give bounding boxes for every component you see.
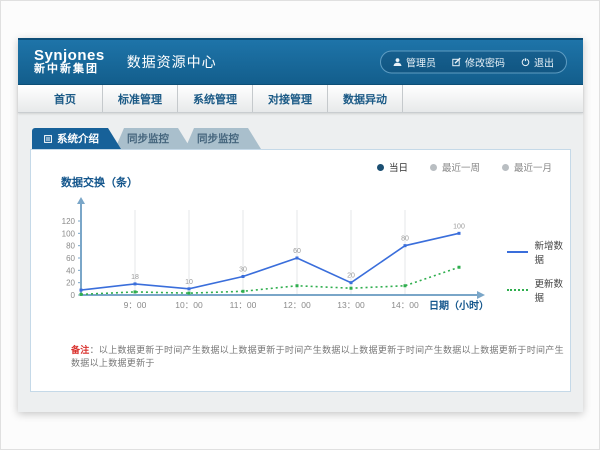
tab-bar: 系统介绍 同步监控 同步监控: [32, 128, 571, 149]
radio-icon: [377, 164, 384, 171]
range-selector: 当日 最近一周 最近一月: [355, 160, 552, 174]
svg-text:18: 18: [131, 274, 139, 281]
svg-text:10: 10: [185, 279, 193, 286]
legend-item-1[interactable]: 更新数据: [507, 276, 570, 304]
legend-swatch: [507, 251, 528, 253]
range-option-0[interactable]: 当日: [377, 160, 408, 174]
header-action-power[interactable]: 退出: [521, 55, 554, 70]
tab-2[interactable]: 同步监控: [185, 128, 261, 149]
range-option-2[interactable]: 最近一月: [502, 160, 552, 174]
radio-icon: [430, 164, 437, 171]
tab-label: 系统介绍: [57, 131, 99, 146]
logo-text: Synjones: [34, 48, 105, 64]
logo-subtext: 新中新集团: [34, 64, 105, 76]
chart-legend: 新增数据更新数据: [507, 238, 570, 314]
svg-text:80: 80: [401, 236, 409, 243]
svg-text:11：00: 11：00: [230, 300, 257, 310]
header-action-label: 修改密码: [465, 55, 505, 70]
header-action-label: 退出: [534, 55, 554, 70]
nav-item-1[interactable]: 标准管理: [103, 85, 178, 112]
header-action-label: 管理员: [406, 55, 436, 70]
grid-icon: [44, 135, 52, 143]
radio-icon: [502, 164, 509, 171]
svg-text:14：00: 14：00: [391, 300, 419, 310]
tab-0[interactable]: 系统介绍: [32, 128, 121, 149]
nav-item-2[interactable]: 系统管理: [178, 85, 253, 112]
legend-label: 新增数据: [535, 238, 570, 266]
svg-text:0: 0: [71, 291, 76, 300]
page-title: 数据资源中心: [127, 52, 217, 72]
company-logo: Synjones 新中新集团: [34, 48, 105, 75]
header: Synjones 新中新集团 数据资源中心 管理员 修改密码 退出: [18, 38, 583, 85]
svg-text:10：00: 10：00: [175, 300, 203, 310]
svg-text:日期（小时）: 日期（小时）: [429, 299, 489, 312]
svg-text:40: 40: [66, 266, 75, 275]
svg-text:60: 60: [293, 248, 301, 255]
edit-icon: [452, 58, 461, 67]
svg-text:60: 60: [66, 254, 75, 263]
user-icon: [393, 58, 402, 67]
chart-canvas: 9：00 10：00 11：00 12：00 13：00 14：00 0 20 40 60 80 10…: [45, 192, 505, 324]
footnote-text: ：以上数据更新于时间产生数据以上数据更新于时间产生数据以上数据更新于时间产生数据…: [71, 345, 564, 368]
nav-item-0[interactable]: 首页: [28, 85, 103, 112]
main-nav: 首页标准管理系统管理对接管理数据异动: [18, 85, 583, 113]
tab-label: 同步监控: [127, 131, 169, 146]
range-option-1[interactable]: 最近一周: [430, 160, 480, 174]
footnote: 备注：以上数据更新于时间产生数据以上数据更新于时间产生数据以上数据更新于时间产生…: [71, 343, 570, 369]
nav-item-4[interactable]: 数据异动: [328, 85, 403, 112]
svg-text:120: 120: [62, 217, 76, 226]
range-option-label: 当日: [389, 160, 408, 174]
power-icon: [521, 58, 530, 67]
header-action-edit[interactable]: 修改密码: [452, 55, 505, 70]
line-chart: 9：00 10：00 11：00 12：00 13：00 14：00 0 20 40 60 80 10…: [45, 192, 505, 329]
y-axis-title: 数据交换（条）: [61, 174, 570, 190]
user-actions-group: 管理员 修改密码 退出: [380, 51, 567, 74]
range-option-label: 最近一周: [442, 160, 480, 174]
legend-label: 更新数据: [535, 276, 570, 304]
legend-item-0[interactable]: 新增数据: [507, 238, 570, 266]
svg-text:100: 100: [453, 223, 465, 230]
svg-text:20: 20: [66, 279, 75, 288]
chart-row: 9：00 10：00 11：00 12：00 13：00 14：00 0 20 40 60 80 10…: [31, 192, 570, 329]
svg-text:12：00: 12：00: [283, 300, 311, 310]
svg-text:20: 20: [347, 273, 355, 280]
svg-text:100: 100: [62, 229, 76, 238]
svg-text:9：00: 9：00: [124, 300, 147, 310]
svg-text:13：00: 13：00: [337, 300, 365, 310]
footnote-label: 备注: [71, 345, 90, 355]
tab-1[interactable]: 同步监控: [115, 128, 191, 149]
tab-label: 同步监控: [197, 131, 239, 146]
nav-item-3[interactable]: 对接管理: [253, 85, 328, 112]
legend-swatch: [507, 289, 528, 291]
range-option-label: 最近一月: [514, 160, 552, 174]
app-window: Synjones 新中新集团 数据资源中心 管理员修改密码退出 首页标准管理系统…: [18, 38, 583, 412]
svg-text:30: 30: [239, 267, 247, 274]
chart-panel: 当日 最近一周 最近一月 数据交换（条） 9：00 10：00 11：00 12：00 13…: [30, 149, 571, 392]
svg-text:80: 80: [66, 242, 75, 251]
header-action-user[interactable]: 管理员: [393, 55, 436, 70]
content-area: 系统介绍 同步监控 同步监控 当日 最近一周 最近一月 数据交换（条） 9：00 10：0…: [18, 113, 583, 413]
